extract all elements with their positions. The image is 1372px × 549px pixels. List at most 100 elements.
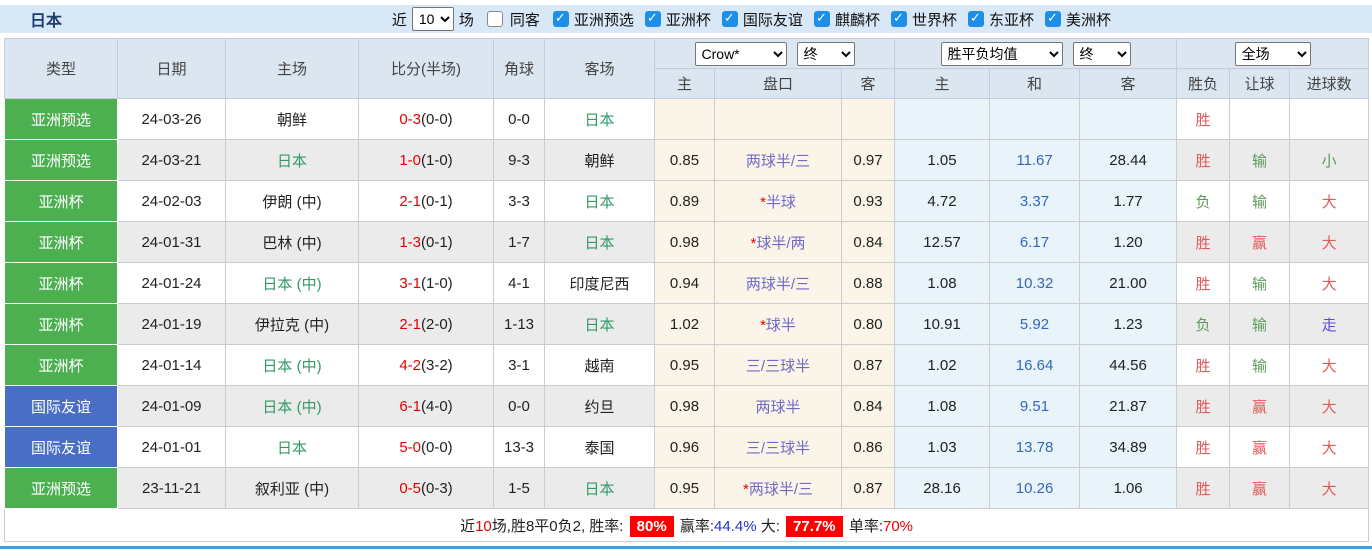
competition-checkbox[interactable] xyxy=(967,10,984,27)
handicap-name: 两球半/三 xyxy=(745,275,811,293)
avg-home-cell: 1.05 xyxy=(894,139,991,181)
result-handicap-cell xyxy=(1229,98,1291,140)
handicap-name: 两球半/三 xyxy=(748,480,813,498)
date-cell: 24-03-21 xyxy=(117,139,226,181)
table-row: 亚洲预选 23-11-21 叙利亚 (中) 0-5(0-3) 1-5 日本 0.95 *两球半… xyxy=(4,467,1370,509)
score-cell: 2-1(2-0) xyxy=(358,303,494,345)
competition-filters: 亚洲预选 亚洲杯 国际友谊 麒麟杯 世界杯 东亚杯 美洲杯 xyxy=(545,9,1114,30)
result-handicap-cell: 赢 xyxy=(1229,467,1291,509)
competition-checkbox-label: 麒麟杯 xyxy=(834,11,880,29)
avg-home-cell: 1.03 xyxy=(894,426,991,468)
competition-badge: 亚洲杯 xyxy=(4,262,118,304)
corners-cell: 3-3 xyxy=(493,180,545,222)
date-cell: 24-01-01 xyxy=(117,426,226,468)
handicap-cell: *半球 xyxy=(714,180,842,222)
fulltime-score: 4-2 xyxy=(399,356,421,374)
avg-away-cell: 1.77 xyxy=(1079,180,1178,222)
table-row: 亚洲杯 24-01-14 日本 (中) 4-2(3-2) 3-1 越南 0.95 三/三球半 0… xyxy=(4,344,1370,386)
competition-checkbox[interactable] xyxy=(552,10,569,27)
competition-badge: 亚洲预选 xyxy=(4,98,118,140)
big-rate-badge: 77.7% xyxy=(786,515,843,537)
away-team-cell: 越南 xyxy=(544,344,655,386)
corners-cell: 1-7 xyxy=(493,221,545,263)
avg-away-cell: 34.89 xyxy=(1079,426,1178,468)
away-team-cell: 日本 xyxy=(544,180,655,222)
match-table: 类型 日期 主场 比分(半场) 角球 客场 Crow* 终 胜平负均值 终 全场… xyxy=(3,38,1370,542)
handicap-cell: 两球半/三 xyxy=(714,139,842,181)
avg-away-cell: 21.00 xyxy=(1079,262,1178,304)
avg-odds-select[interactable]: 胜平负均值 xyxy=(940,41,1063,66)
handicap-cell: 三/三球半 xyxy=(714,426,842,468)
avg-away-cell: 44.56 xyxy=(1079,344,1178,386)
summary-row: 近10场,胜8平0负2, 胜率: 80% 赢率:44.4% 大: 77.7% 单… xyxy=(3,508,1370,542)
home-odds-cell: 0.89 xyxy=(654,180,715,222)
summary-record: 场,胜8平0负2, 胜率: xyxy=(491,517,624,535)
result-wdl-cell: 胜 xyxy=(1176,139,1231,181)
match-table-body: 亚洲预选 24-03-26 朝鲜 0-3(0-0) 0-0 日本胜亚洲预选 24-03-21… xyxy=(4,98,1370,509)
home-odds-cell: 0.95 xyxy=(654,344,715,386)
result-handicap-cell: 赢 xyxy=(1229,385,1291,427)
odds-time-select-1[interactable]: 终 xyxy=(796,41,855,66)
table-row: 亚洲预选 24-03-26 朝鲜 0-3(0-0) 0-0 日本胜 xyxy=(4,98,1370,140)
date-cell: 24-01-31 xyxy=(117,221,226,263)
handicap-name: 三/三球半 xyxy=(745,357,811,375)
away-odds-cell: 0.97 xyxy=(840,139,896,181)
competition-checkbox[interactable] xyxy=(1044,10,1061,27)
recent-count-select[interactable]: 10 xyxy=(411,7,454,31)
score-cell: 0-3(0-0) xyxy=(358,98,494,140)
result-handicap-cell: 赢 xyxy=(1229,221,1291,263)
odds-time-select-2[interactable]: 终 xyxy=(1072,41,1131,66)
halftime-score: (4-0) xyxy=(421,397,453,415)
result-handicap-cell: 输 xyxy=(1229,180,1291,222)
header-date: 日期 xyxy=(117,38,226,99)
page-title: 日本 xyxy=(30,13,63,30)
header-corners: 角球 xyxy=(493,38,545,99)
halftime-score: (2-0) xyxy=(421,315,453,333)
score-cell: 1-0(1-0) xyxy=(358,139,494,181)
competition-badge: 亚洲杯 xyxy=(4,180,118,222)
competition-checkbox[interactable] xyxy=(721,10,738,27)
home-odds-cell: 1.02 xyxy=(654,303,715,345)
competition-badge: 亚洲杯 xyxy=(4,221,118,263)
away-team-cell: 日本 xyxy=(544,467,655,509)
halftime-score: (0-1) xyxy=(421,192,453,210)
odds-company-select[interactable]: Crow* xyxy=(694,41,787,66)
halftime-score: (1-0) xyxy=(421,151,453,169)
scope-select[interactable]: 全场 xyxy=(1234,41,1311,66)
avg-away-cell xyxy=(1079,98,1178,140)
home-team-cell: 叙利亚 (中) xyxy=(225,467,359,509)
result-handicap-cell: 输 xyxy=(1229,303,1291,345)
summary-count: 10 xyxy=(475,517,492,535)
corners-cell: 4-1 xyxy=(493,262,545,304)
summary-cell: 近10场,胜8平0负2, 胜率: 80% 赢率:44.4% 大: 77.7% 单… xyxy=(3,508,1370,542)
table-row: 亚洲杯 24-01-31 巴林 (中) 1-3(0-1) 1-7 日本 0.98 *球半/两 0… xyxy=(4,221,1370,263)
filter-controls: 近 10 场 同客 亚洲预选 亚洲杯 国际友谊 麒麟杯 世界杯 东亚杯 美洲杯 xyxy=(389,7,1114,31)
competition-checkbox[interactable] xyxy=(890,10,907,27)
result-goals-cell: 大 xyxy=(1289,262,1370,304)
competition-checkbox[interactable] xyxy=(813,10,830,27)
corners-cell: 0-0 xyxy=(493,385,545,427)
competition-checkbox-label: 东亚杯 xyxy=(988,11,1034,29)
result-handicap-cell: 输 xyxy=(1229,344,1291,386)
away-odds-cell: 0.93 xyxy=(840,180,896,222)
avg-away-cell: 28.44 xyxy=(1079,139,1178,181)
result-goals-cell: 走 xyxy=(1289,303,1370,345)
away-team-cell: 日本 xyxy=(544,303,655,345)
summary-prefix: 近 xyxy=(460,517,476,535)
competition-badge: 亚洲杯 xyxy=(4,344,118,386)
competition-checkbox-label: 亚洲预选 xyxy=(573,11,634,29)
handicap-cell: *球半/两 xyxy=(714,221,842,263)
fulltime-score: 6-1 xyxy=(399,397,421,415)
halftime-score: (0-1) xyxy=(421,233,453,251)
corners-cell: 9-3 xyxy=(493,139,545,181)
date-cell: 24-02-03 xyxy=(117,180,226,222)
corners-cell: 13-3 xyxy=(493,426,545,468)
result-goals-cell: 大 xyxy=(1289,180,1370,222)
avg-draw-cell: 13.78 xyxy=(989,426,1081,468)
result-goals-cell: 大 xyxy=(1289,385,1370,427)
same-venue-checkbox[interactable] xyxy=(486,11,503,27)
result-wdl-cell: 胜 xyxy=(1176,262,1231,304)
avg-draw-cell: 16.64 xyxy=(989,344,1081,386)
competition-checkbox[interactable] xyxy=(644,10,661,27)
odds-company-group: Crow* 终 xyxy=(653,38,896,69)
